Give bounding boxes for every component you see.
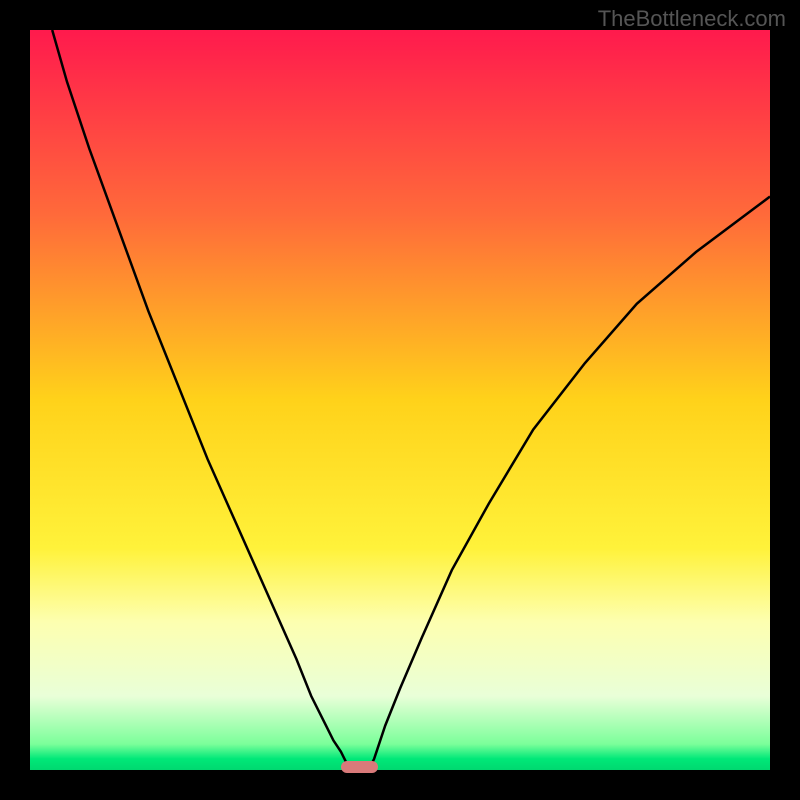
attribution-text: TheBottleneck.com — [598, 6, 786, 32]
optimal-point-marker — [341, 761, 378, 773]
bottleneck-chart — [30, 30, 770, 770]
bottleneck-curve — [30, 30, 770, 770]
